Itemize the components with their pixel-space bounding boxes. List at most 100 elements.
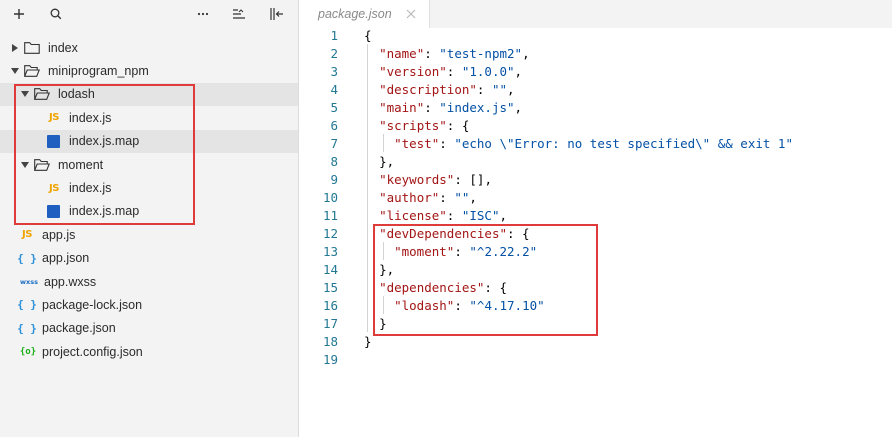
code-line: 12 "devDependencies": {: [300, 224, 892, 242]
collapse-sidebar-icon[interactable]: [267, 4, 287, 24]
code-line: 15 "dependencies": {: [300, 278, 892, 296]
tree-file-app-wxss[interactable]: wxss app.wxss: [0, 270, 298, 293]
line-text: "name": "test-npm2",: [379, 45, 530, 61]
code-line: 19: [300, 350, 892, 368]
line-text: "description": "",: [379, 81, 515, 97]
folder-open-icon: [34, 158, 50, 171]
line-number: 3: [330, 63, 338, 79]
chevron-down-icon: [20, 89, 30, 99]
line-text: "main": "index.js",: [379, 99, 523, 115]
line-number: 18: [322, 333, 338, 349]
code-line: 1{: [300, 26, 892, 44]
tree-folder-moment[interactable]: moment: [0, 153, 298, 176]
code-line: 3 "version": "1.0.0",: [300, 62, 892, 80]
tree-file-package-lock-json[interactable]: { } package-lock.json: [0, 293, 298, 316]
code-line: 14 },: [300, 260, 892, 278]
map-file-icon: [47, 204, 60, 218]
tree-label: lodash: [58, 87, 95, 102]
tree-label: app.js: [42, 227, 76, 242]
line-text: {: [364, 27, 372, 43]
chevron-right-icon: [10, 43, 20, 53]
line-text: "moment": "^2.22.2": [394, 243, 538, 259]
tree-label: app.json: [42, 251, 90, 266]
code-line: 2 "name": "test-npm2",: [300, 44, 892, 62]
code-line: 8 },: [300, 152, 892, 170]
code-line: 4 "description": "",: [300, 80, 892, 98]
line-text: }: [364, 333, 372, 349]
line-number: 13: [322, 243, 338, 259]
tree-file-lodash-index-js[interactable]: JS index.js: [0, 106, 298, 129]
line-text: "devDependencies": {: [379, 225, 530, 241]
json-file-icon: { }: [17, 251, 37, 265]
chevron-down-icon: [10, 66, 20, 76]
code-line: 11 "license": "ISC",: [300, 206, 892, 224]
chevron-down-icon: [20, 160, 30, 170]
tree-label: miniprogram_npm: [48, 64, 149, 79]
config-file-icon: {o}: [19, 346, 37, 357]
line-text: "keywords": [],: [379, 171, 492, 187]
tree-label: moment: [58, 157, 104, 172]
tree-label: index.js.map: [69, 204, 140, 219]
line-number: 4: [330, 81, 338, 97]
tree-label: index.js.map: [69, 134, 140, 149]
tree-label: package-lock.json: [42, 297, 143, 312]
folder-open-icon: [24, 65, 40, 77]
tree-file-moment-index-js-map[interactable]: index.js.map: [0, 200, 298, 223]
sort-icon[interactable]: [229, 4, 249, 24]
code-line: 16 "lodash": "^4.17.10": [300, 296, 892, 314]
line-number: 5: [330, 99, 338, 115]
tree-label: app.wxss: [44, 274, 97, 289]
tab-label: package.json: [318, 7, 392, 21]
folder-open-icon: [34, 88, 50, 101]
search-icon[interactable]: [46, 4, 66, 24]
code-line: 13 "moment": "^2.22.2": [300, 242, 892, 260]
tree-file-project-config-json[interactable]: {o} project.config.json: [0, 340, 298, 363]
line-number: 12: [322, 225, 338, 241]
line-text: },: [379, 153, 395, 169]
line-number: 17: [322, 315, 338, 331]
more-icon[interactable]: [193, 4, 213, 24]
tree-file-app-json[interactable]: { } app.json: [0, 247, 298, 270]
json-file-icon: { }: [17, 321, 37, 335]
line-number: 8: [330, 153, 338, 169]
json-file-icon: { }: [17, 298, 37, 312]
line-number: 6: [330, 117, 338, 133]
plus-icon[interactable]: [9, 4, 29, 24]
file-explorer: index miniprogram_npm lodash JS index.js…: [0, 0, 299, 437]
line-number: 9: [330, 171, 338, 187]
tree-file-package-json[interactable]: { } package.json: [0, 317, 298, 340]
tree-label: project.config.json: [42, 344, 143, 359]
tree-file-moment-index-js[interactable]: JS index.js: [0, 176, 298, 199]
line-number: 2: [330, 45, 338, 61]
editor-tab-bar: package.json: [300, 0, 892, 28]
line-number: 11: [322, 207, 338, 223]
line-number: 15: [322, 279, 338, 295]
line-text: }: [379, 315, 387, 331]
tree-file-lodash-index-js-map[interactable]: index.js.map: [0, 129, 298, 153]
line-number: 1: [330, 27, 338, 43]
folder-icon: [24, 41, 40, 54]
code-line: 6 "scripts": {: [300, 116, 892, 134]
line-number: 16: [322, 297, 338, 313]
close-icon[interactable]: [404, 7, 418, 21]
line-number: 7: [330, 135, 338, 151]
js-file-icon: JS: [49, 112, 59, 124]
line-text: "lodash": "^4.17.10": [394, 297, 545, 313]
tree-folder-lodash[interactable]: lodash: [0, 82, 298, 107]
line-text: "scripts": {: [379, 117, 470, 133]
tab-package-json[interactable]: package.json: [300, 0, 430, 28]
tree-folder-index[interactable]: index: [0, 36, 298, 59]
code-line: 17 }: [300, 314, 892, 332]
js-file-icon: JS: [22, 229, 32, 241]
tree-folder-miniprogram-npm[interactable]: miniprogram_npm: [0, 59, 298, 82]
line-text: "license": "ISC",: [379, 207, 508, 223]
tree-file-app-js[interactable]: JS app.js: [0, 223, 298, 246]
line-number: 14: [322, 261, 338, 277]
explorer-toolbar: [0, 0, 299, 28]
code-line: 5 "main": "index.js",: [300, 98, 892, 116]
line-text: "version": "1.0.0",: [379, 63, 523, 79]
code-editor: package.json 1{ 2 "name": "test-npm2", 3…: [300, 0, 892, 437]
code-area[interactable]: 1{ 2 "name": "test-npm2", 3 "version": "…: [300, 26, 892, 368]
tree-label: index: [48, 40, 78, 55]
line-text: "author": "",: [379, 189, 477, 205]
